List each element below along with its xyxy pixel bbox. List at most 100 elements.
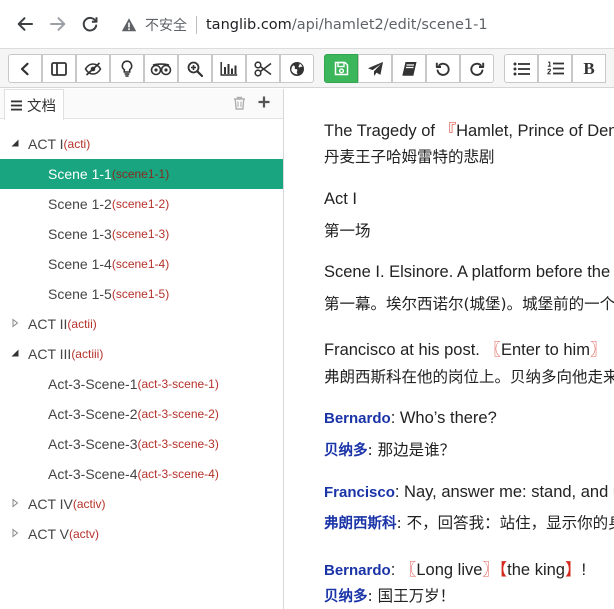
caret-down-icon[interactable]	[10, 138, 20, 148]
tree-item-title: Scene 1-2	[48, 196, 112, 212]
dialogue-text: : Who’s there?	[390, 409, 497, 427]
add-doc-button[interactable]	[257, 95, 271, 114]
tree-scene-item[interactable]: Act-3-Scene-3 (act-3-scene-3)	[0, 429, 283, 459]
bar-chart-icon	[220, 62, 238, 76]
tree-item-title: Act-3-Scene-1	[48, 376, 138, 392]
tree-act-item[interactable]: ACT I (acti)	[0, 129, 283, 159]
tree-scene-item[interactable]: Act-3-Scene-2 (act-3-scene-2)	[0, 399, 283, 429]
publish-button[interactable]	[358, 54, 392, 83]
reload-button[interactable]	[77, 11, 103, 37]
tree-act-item[interactable]: ACT III (actiii)	[0, 339, 283, 369]
tree-act-item[interactable]: ACT II (actii)	[0, 309, 283, 339]
tree-item-title: ACT II	[28, 316, 68, 332]
list-ul-icon	[513, 62, 530, 75]
caret-down-icon[interactable]	[10, 348, 20, 358]
tree-scene-item[interactable]: Act-3-Scene-4 (act-3-scene-4)	[0, 459, 283, 489]
act-heading-zh: 第一场	[324, 222, 371, 240]
dialogue-line-en: Francisco: Nay, answer me: stand, and un…	[324, 483, 614, 502]
tree-item-slug: (actv)	[68, 527, 99, 541]
tree-item-title: Scene 1-1	[48, 166, 112, 182]
bullet-list-button[interactable]	[504, 54, 538, 83]
title-en-prefix: The Tragedy of	[324, 122, 440, 140]
url-path: /api/hamlet2/edit/scene1-1	[291, 17, 488, 33]
scissors-icon	[254, 60, 272, 77]
read-button[interactable]	[392, 54, 426, 83]
tree-item-slug: (scene1-2)	[111, 197, 170, 211]
dialogue-text: : 国王万岁！	[367, 587, 456, 605]
dialogue-line-en: Bernardo: 〖Long live〗【the king】!	[324, 556, 586, 580]
bracket-mark: 『	[439, 122, 457, 140]
browser-toolbar: 不安全 tanglib.com/api/hamlet2/edit/scene1-…	[0, 0, 614, 49]
tree-item-title: Act-3-Scene-2	[48, 406, 138, 422]
arrow-right-icon	[50, 17, 66, 31]
sidebar-header: 文档	[0, 89, 283, 120]
tree-item-title: Scene 1-3	[48, 226, 112, 242]
bracket-mark: 〖	[484, 341, 501, 359]
tree-act-item[interactable]: ACT V (actv)	[0, 519, 283, 549]
bracket-mark: 〗	[482, 561, 499, 579]
caret-right-icon[interactable]	[10, 498, 20, 508]
address-bar[interactable]: 不安全 tanglib.com/api/hamlet2/edit/scene1-…	[112, 8, 614, 42]
title-en: The Tragedy of 『Hamlet, Prince of Denmar…	[324, 117, 614, 141]
hide-preview-button[interactable]	[76, 54, 110, 83]
back-button[interactable]	[12, 11, 38, 37]
hint-button[interactable]	[110, 54, 144, 83]
undo-button[interactable]	[426, 54, 460, 83]
tree-item-title: ACT III	[28, 346, 72, 362]
bold-button[interactable]: B	[572, 54, 606, 83]
stage-text: Enter to him	[500, 341, 590, 359]
documents-tab[interactable]: 文档	[4, 89, 64, 120]
tree-scene-item[interactable]: Scene 1-1 (scene1-1)	[0, 159, 283, 189]
tree-scene-item[interactable]: Scene 1-2 (scene1-2)	[0, 189, 283, 219]
stage-direction-zh: 弗朗西斯科在他的岗位上。贝纳多向他走来。	[324, 368, 614, 386]
caret-right-icon[interactable]	[10, 318, 20, 328]
speaker-name: 贝纳多	[324, 589, 368, 605]
bracket-mark: 〖	[399, 561, 417, 579]
language-button[interactable]	[280, 54, 314, 83]
tree-act-item[interactable]: ACT IV (activ)	[0, 489, 283, 519]
act-heading-en: Act I	[324, 190, 358, 208]
caret-right-icon[interactable]	[10, 528, 20, 538]
arrow-left-icon	[17, 17, 33, 31]
reload-icon	[82, 16, 98, 32]
speaker-name: Bernardo	[324, 410, 391, 427]
editor-toolbar: B	[0, 49, 614, 88]
dialogue-text: the king	[507, 561, 565, 579]
forward-button[interactable]	[45, 11, 71, 37]
tripadvisor-icon	[150, 62, 172, 75]
back-doc-button[interactable]	[8, 54, 42, 83]
toggle-sidebar-button[interactable]	[42, 54, 76, 83]
delete-doc-button[interactable]	[233, 96, 246, 115]
tree-item-slug: (actiii)	[71, 347, 104, 361]
tree-item-title: Act-3-Scene-4	[48, 466, 138, 482]
dialogue-line-zh: 贝纳多: 国王万岁！	[324, 584, 455, 606]
tree-scene-item[interactable]: Scene 1-3 (scene1-3)	[0, 219, 283, 249]
stats-button[interactable]	[212, 54, 246, 83]
speaker-name: Francisco	[324, 484, 395, 501]
scene-heading-zh: 第一幕。埃尔西诺尔(城堡)。城堡前的一个平台。	[324, 295, 614, 313]
save-icon	[334, 61, 348, 76]
title-en-main: Hamlet, Prince of Denmark	[456, 122, 614, 140]
numbered-list-button[interactable]	[538, 54, 572, 83]
tree-item-slug: (act-3-scene-2)	[137, 407, 219, 421]
cut-button[interactable]	[246, 54, 280, 83]
tree-item-title: ACT I	[28, 136, 64, 152]
dialogue-line-zh: 弗朗西斯科: 不，回答我：站住，显示你的身份。	[324, 511, 614, 533]
tree-scene-item[interactable]: Scene 1-4 (scene1-4)	[0, 249, 283, 279]
view-mode-button[interactable]	[144, 54, 178, 83]
tree-item-slug: (act-3-scene-4)	[137, 467, 219, 481]
redo-icon	[470, 62, 485, 76]
documents-tab-label: 文档	[27, 98, 56, 115]
tree-scene-item[interactable]: Act-3-Scene-1 (act-3-scene-1)	[0, 369, 283, 399]
tree-scene-item[interactable]: Scene 1-5 (scene1-5)	[0, 279, 283, 309]
redo-button[interactable]	[460, 54, 494, 83]
document-sidebar: 文档 ACT I (acti) Scene 1-1 (scene1-1) Scene 1…	[0, 89, 284, 609]
speaker-name: Bernardo	[324, 562, 391, 579]
url-text: tanglib.com/api/hamlet2/edit/scene1-1	[206, 17, 488, 33]
tree-item-title: Scene 1-4	[48, 256, 112, 272]
save-button[interactable]	[324, 54, 358, 83]
tree-item-slug: (scene1-5)	[111, 287, 170, 301]
zoom-button[interactable]	[178, 54, 212, 83]
title-zh: 丹麦王子哈姆雷特的悲剧	[324, 148, 495, 166]
tree-item-title: Act-3-Scene-3	[48, 436, 138, 452]
